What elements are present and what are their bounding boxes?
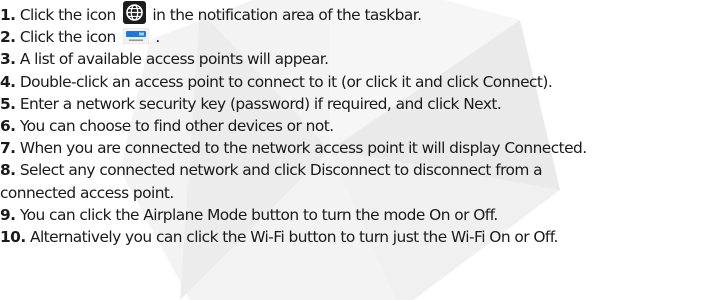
wifi-tile-icon — [122, 27, 150, 44]
step-text: A list of available access points will a… — [19, 50, 329, 69]
step-number: 10. — [0, 227, 26, 246]
globe-network-icon — [123, 1, 147, 24]
step-text-after: in the notification area of the taskbar. — [148, 6, 422, 24]
step-number: 5. — [0, 94, 16, 113]
step-number: 6. — [0, 116, 16, 135]
step-number: 9. — [0, 205, 16, 224]
step-number: 2. — [0, 28, 16, 47]
step-7: 7. When you are connected to the network… — [0, 137, 703, 159]
step-number: 4. — [0, 72, 16, 91]
step-number: 1. — [0, 6, 16, 24]
step-1: 1. Click the icon in the notification ar… — [0, 1, 703, 26]
step-text: Click the icon — [19, 6, 121, 24]
step-text: Select any connected network and click D… — [19, 161, 543, 180]
step-text: connected access point. — [0, 183, 174, 202]
step-text: Enter a network security key (password) … — [19, 94, 502, 113]
step-text: When you are connected to the network ac… — [19, 139, 587, 158]
step-text: Alternatively you can click the Wi-Fi bu… — [29, 227, 558, 246]
step-text: You can click the Airplane Mode button t… — [19, 205, 499, 224]
step-8: 8. Select any connected network and clic… — [0, 159, 703, 181]
step-6: 6. You can choose to find other devices … — [0, 115, 703, 137]
step-text: Click the icon — [19, 28, 121, 47]
step-number: 3. — [0, 50, 16, 69]
step-10: 10. Alternatively you can click the Wi-F… — [0, 226, 703, 248]
step-number: 7. — [0, 139, 16, 158]
step-8-continuation: connected access point. — [0, 182, 703, 204]
instruction-list: 1. Click the icon in the notification ar… — [0, 1, 703, 248]
step-2: 2. Click the icon . — [0, 26, 703, 48]
step-4: 4. Double-click an access point to conne… — [0, 71, 703, 93]
step-3: 3. A list of available access points wil… — [0, 48, 703, 70]
step-number: 8. — [0, 161, 16, 180]
step-text-after: . — [151, 28, 160, 47]
step-5: 5. Enter a network security key (passwor… — [0, 93, 703, 115]
step-9: 9. You can click the Airplane Mode butto… — [0, 204, 703, 226]
step-text: You can choose to find other devices or … — [19, 116, 334, 135]
page: 1. Click the icon in the notification ar… — [0, 0, 703, 300]
step-text: Double-click an access point to connect … — [19, 72, 553, 91]
